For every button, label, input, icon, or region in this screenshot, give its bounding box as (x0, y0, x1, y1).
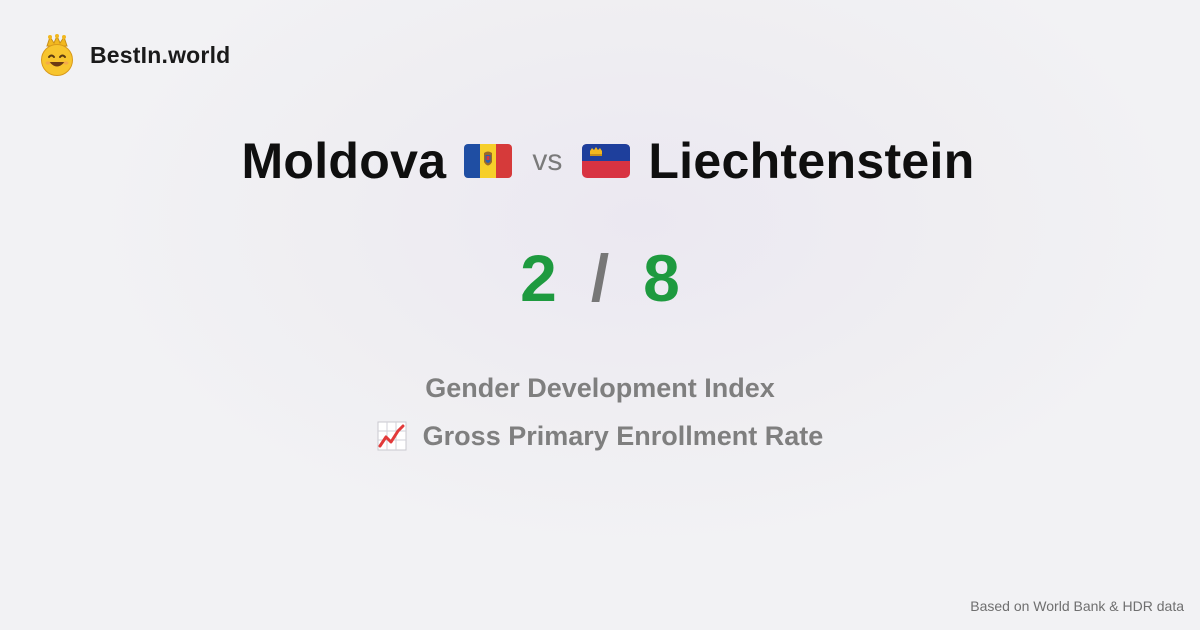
crowned-smiley-icon (41, 34, 73, 76)
metrics-list: Gender Development Index Gross Primary E… (0, 364, 1200, 460)
brand[interactable]: BestIn.world (38, 34, 230, 76)
left-score: 2 (520, 241, 557, 315)
source-note: Based on World Bank & HDR data (970, 598, 1184, 614)
liechtenstein-flag-icon (582, 144, 631, 178)
score-separator: / (590, 241, 610, 315)
chart-increasing-icon (377, 421, 407, 451)
moldova-flag-icon (464, 144, 513, 178)
metric-label: Gross Primary Enrollment Rate (422, 421, 824, 451)
right-score: 8 (643, 241, 680, 315)
metric-item: Gender Development Index (0, 364, 1200, 412)
vs-label: vs (532, 144, 563, 177)
brand-name: BestIn.world (90, 41, 231, 68)
left-country-name: Moldova (241, 133, 447, 189)
score: 2 / 8 (0, 240, 1200, 316)
right-country-name: Liechtenstein (648, 133, 975, 189)
metric-label: Gender Development Index (425, 373, 775, 403)
comparison-title: Moldova vs Liechtenstein (0, 132, 1200, 190)
metric-item: Gross Primary Enrollment Rate (0, 412, 1200, 460)
